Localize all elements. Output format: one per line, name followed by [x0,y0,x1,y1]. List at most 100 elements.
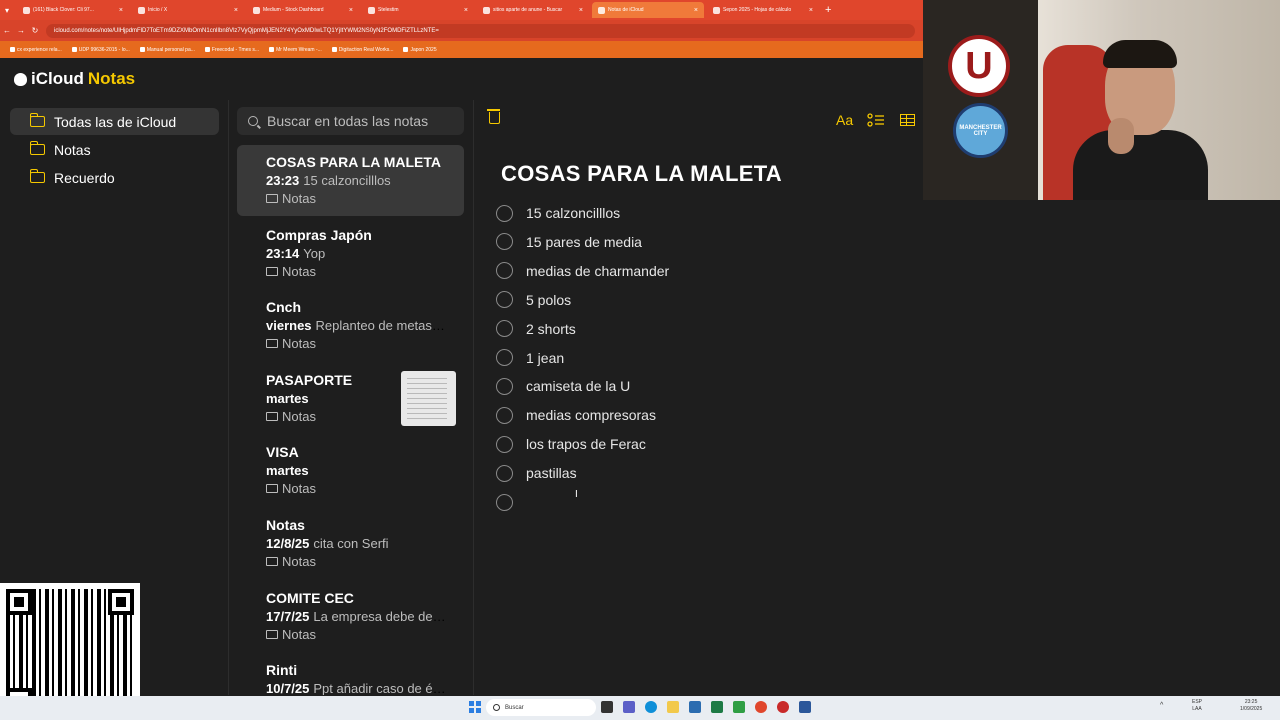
store-icon[interactable] [689,701,701,713]
bookmark-item[interactable]: Manual personal pa... [139,47,195,53]
new-tab-button[interactable]: + [825,4,831,16]
checkbox-circle-icon[interactable] [496,262,513,280]
checklist-text: 15 pares de media [526,233,642,250]
search-icon [248,116,258,126]
tray-chevron-icon[interactable]: ^ [1160,702,1163,709]
chrome-profile-icon[interactable] [777,701,789,713]
url-text: icloud.com/notes/note/UlHjpdmFlD7ToETm9D… [54,27,439,34]
bookmark-item[interactable]: cx experience rela... [10,47,62,53]
tab-menu-icon[interactable]: ▾ [0,6,14,15]
checkbox-circle-icon[interactable] [496,377,513,395]
checklist-item[interactable]: 1 jean [496,347,564,369]
checkbox-circle-icon[interactable] [496,435,513,453]
checklist-item[interactable]: 15 calzoncilllos [496,202,620,224]
bookmark-item[interactable]: Digitaction Real Works... [331,47,393,53]
tray-language[interactable]: ESP LAA [1192,699,1202,713]
note-list-item[interactable]: Cnch viernesReplanteo de metas para el añ… [237,290,464,361]
reload-icon[interactable]: ↻ [28,26,42,35]
bookmark-item[interactable]: Japon 2025 [403,47,437,53]
back-icon[interactable]: ← [0,26,14,35]
forward-icon[interactable]: → [14,26,28,35]
note-list-item[interactable]: Notas 12/8/25 cita con Serfi Notas [237,508,464,579]
task-view-icon[interactable] [601,701,613,713]
checklist-item[interactable]: los trapos de Ferac [496,433,646,455]
windows-start-icon[interactable] [469,701,481,713]
checkbox-circle-icon[interactable] [496,406,513,424]
tab-label: (161) Black Clover: Cli 97... [33,7,94,13]
browser-tab[interactable]: Notas de iCloud × [592,2,704,18]
note-item-title: Compras Japón [266,226,372,243]
url-field[interactable]: icloud.com/notes/note/UlHjpdmFlD7ToETm9D… [46,23,915,38]
folder-icon [29,169,45,183]
note-item-date: 23:23 [266,173,300,188]
browser-tab[interactable]: Sepon 2025 - Hojas de cálculo × [707,2,819,18]
folder-icon [266,484,278,494]
checkbox-circle-icon[interactable] [496,233,513,251]
browser-tab[interactable]: (161) Black Clover: Cli 97... × [17,2,129,18]
checklist-icon[interactable] [867,113,885,128]
tab-close-icon[interactable]: × [809,7,813,14]
checkbox-circle-icon[interactable] [496,320,513,338]
folder-item[interactable]: Notas [10,136,219,163]
word-icon[interactable] [799,701,811,713]
note-item-folder-label: Notas [282,481,316,497]
tab-close-icon[interactable]: × [119,7,123,14]
xbox-icon[interactable] [733,701,745,713]
checklist-item[interactable]: 15 pares de media [496,231,642,253]
checkbox-circle-icon[interactable] [496,493,513,511]
note-list-item[interactable]: VISA martes Notas [237,435,464,506]
checkbox-circle-icon[interactable] [496,204,513,222]
taskbar-search[interactable]: Buscar [486,699,596,716]
note-list-item[interactable]: COSAS PARA LA MALETA 23:23 15 calzoncilllo… [237,145,464,216]
checklist-item[interactable]: 2 shorts [496,318,576,340]
tab-favicon-icon [138,6,145,14]
folder-item[interactable]: Recuerdo [10,164,219,191]
tab-favicon-icon [253,6,260,14]
checklist-item[interactable]: medias compresoras [496,404,656,426]
tab-label: Notas de iCloud [608,7,644,13]
note-item-folder: Notas [266,409,316,424]
checklist-item[interactable]: pastillas [496,462,577,484]
tab-close-icon[interactable]: × [694,7,698,14]
checklist-item[interactable] [496,491,526,513]
search-field[interactable]: Buscar en todas las notas [237,107,464,135]
bookmark-favicon-icon [71,47,77,52]
tab-close-icon[interactable]: × [464,7,468,14]
folder-item[interactable]: Todas las de iCloud [10,108,219,135]
browser-tab[interactable]: sitios aparte de anune - Buscar × [477,2,589,18]
bookmarks-bar: cx experience rela... UDP 99636-2015 - lo… [0,41,923,58]
checklist-text: 1 jean [526,349,565,366]
note-list-item[interactable]: PASAPORTE martes Notas [237,363,464,434]
checklist-text: pastillas [526,465,577,482]
checklist-item[interactable]: 5 polos [496,289,571,311]
checklist-item[interactable]: medias de charmander [496,260,669,282]
checkbox-circle-icon[interactable] [496,349,513,366]
trash-icon[interactable] [487,109,500,124]
table-icon[interactable] [900,114,915,126]
browser-tab[interactable]: Inicio / X × [132,2,244,18]
bookmark-item[interactable]: Freecodal - Tmes s... [204,47,259,53]
tab-close-icon[interactable]: × [234,7,238,14]
note-title[interactable]: COSAS PARA LA MALETA [501,161,782,187]
note-list-item[interactable]: COMITE CEC 17/7/25La empresa debe de cump… [237,581,464,652]
file-explorer-icon[interactable] [667,701,679,713]
bookmark-item[interactable]: UDP 99636-2015 - lo... [71,47,130,53]
tab-label: Stelestim [378,7,399,13]
note-list-item[interactable]: Compras Japón 23:14 Yop Notas [237,218,464,289]
browser-tab[interactable]: Medium - Stock Dashboard × [247,2,359,18]
bookmark-item[interactable]: Mr Meem Wream -... [269,47,322,53]
tab-close-icon[interactable]: × [349,7,353,14]
format-button[interactable]: Aa [836,112,853,128]
tray-clock[interactable]: 23:25 1/09/2025 [1240,699,1262,713]
checkbox-circle-icon[interactable] [496,291,513,309]
chrome-icon[interactable] [755,701,767,713]
note-editor: Aa COSAS PARA LA MALETA I 15 calzoncilll… [474,100,923,695]
teams-icon[interactable] [623,701,635,713]
excel-icon[interactable] [711,701,723,713]
checkbox-circle-icon[interactable] [496,464,513,482]
note-list-item[interactable]: Rinti10/7/25Ppt añadir caso de éxitoNota… [237,653,464,695]
edge-icon[interactable] [645,701,657,713]
browser-tab[interactable]: Stelestim × [362,2,474,18]
checklist-item[interactable]: camiseta de la U [496,375,630,397]
tab-close-icon[interactable]: × [579,7,583,14]
